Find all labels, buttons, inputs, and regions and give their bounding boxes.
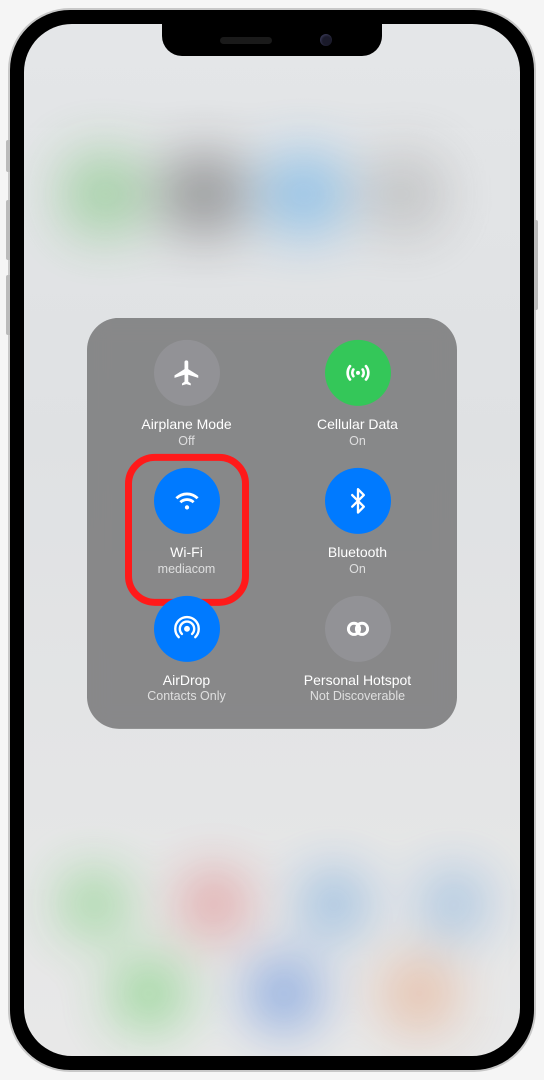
volume-up-button (6, 200, 10, 260)
bluetooth-status: On (349, 561, 366, 575)
volume-down-button (6, 275, 10, 335)
cellular-label: Cellular Data (317, 416, 398, 433)
connectivity-panel: Airplane Mode Off Cellular Data On Wi-Fi… (87, 318, 457, 729)
cellular-data-tile[interactable]: Cellular Data On (272, 340, 443, 448)
airdrop-status: Contacts Only (147, 689, 226, 703)
airdrop-tile[interactable]: AirDrop Contacts Only (101, 595, 272, 703)
hotspot-label: Personal Hotspot (304, 671, 411, 688)
bluetooth-tile[interactable]: Bluetooth On (272, 468, 443, 576)
airdrop-label: AirDrop (163, 671, 210, 688)
bluetooth-icon (325, 468, 391, 534)
cellular-status: On (349, 434, 366, 448)
screen: Airplane Mode Off Cellular Data On Wi-Fi… (24, 24, 520, 1056)
hotspot-status: Not Discoverable (310, 689, 405, 703)
wifi-tile[interactable]: Wi-Fi mediacom (101, 468, 272, 576)
airplane-status: Off (178, 434, 194, 448)
power-button (534, 220, 538, 310)
wifi-label: Wi-Fi (170, 544, 203, 561)
airplane-icon (154, 340, 220, 406)
airplane-label: Airplane Mode (141, 416, 231, 433)
wifi-status: mediacom (158, 561, 216, 575)
phone-frame: Airplane Mode Off Cellular Data On Wi-Fi… (10, 10, 534, 1070)
hotspot-icon (325, 595, 391, 661)
wifi-icon (154, 468, 220, 534)
airplane-mode-tile[interactable]: Airplane Mode Off (101, 340, 272, 448)
personal-hotspot-tile[interactable]: Personal Hotspot Not Discoverable (272, 595, 443, 703)
bluetooth-label: Bluetooth (328, 544, 387, 561)
mute-switch (6, 140, 10, 172)
airdrop-icon (154, 595, 220, 661)
cellular-icon (325, 340, 391, 406)
notch (162, 24, 382, 56)
